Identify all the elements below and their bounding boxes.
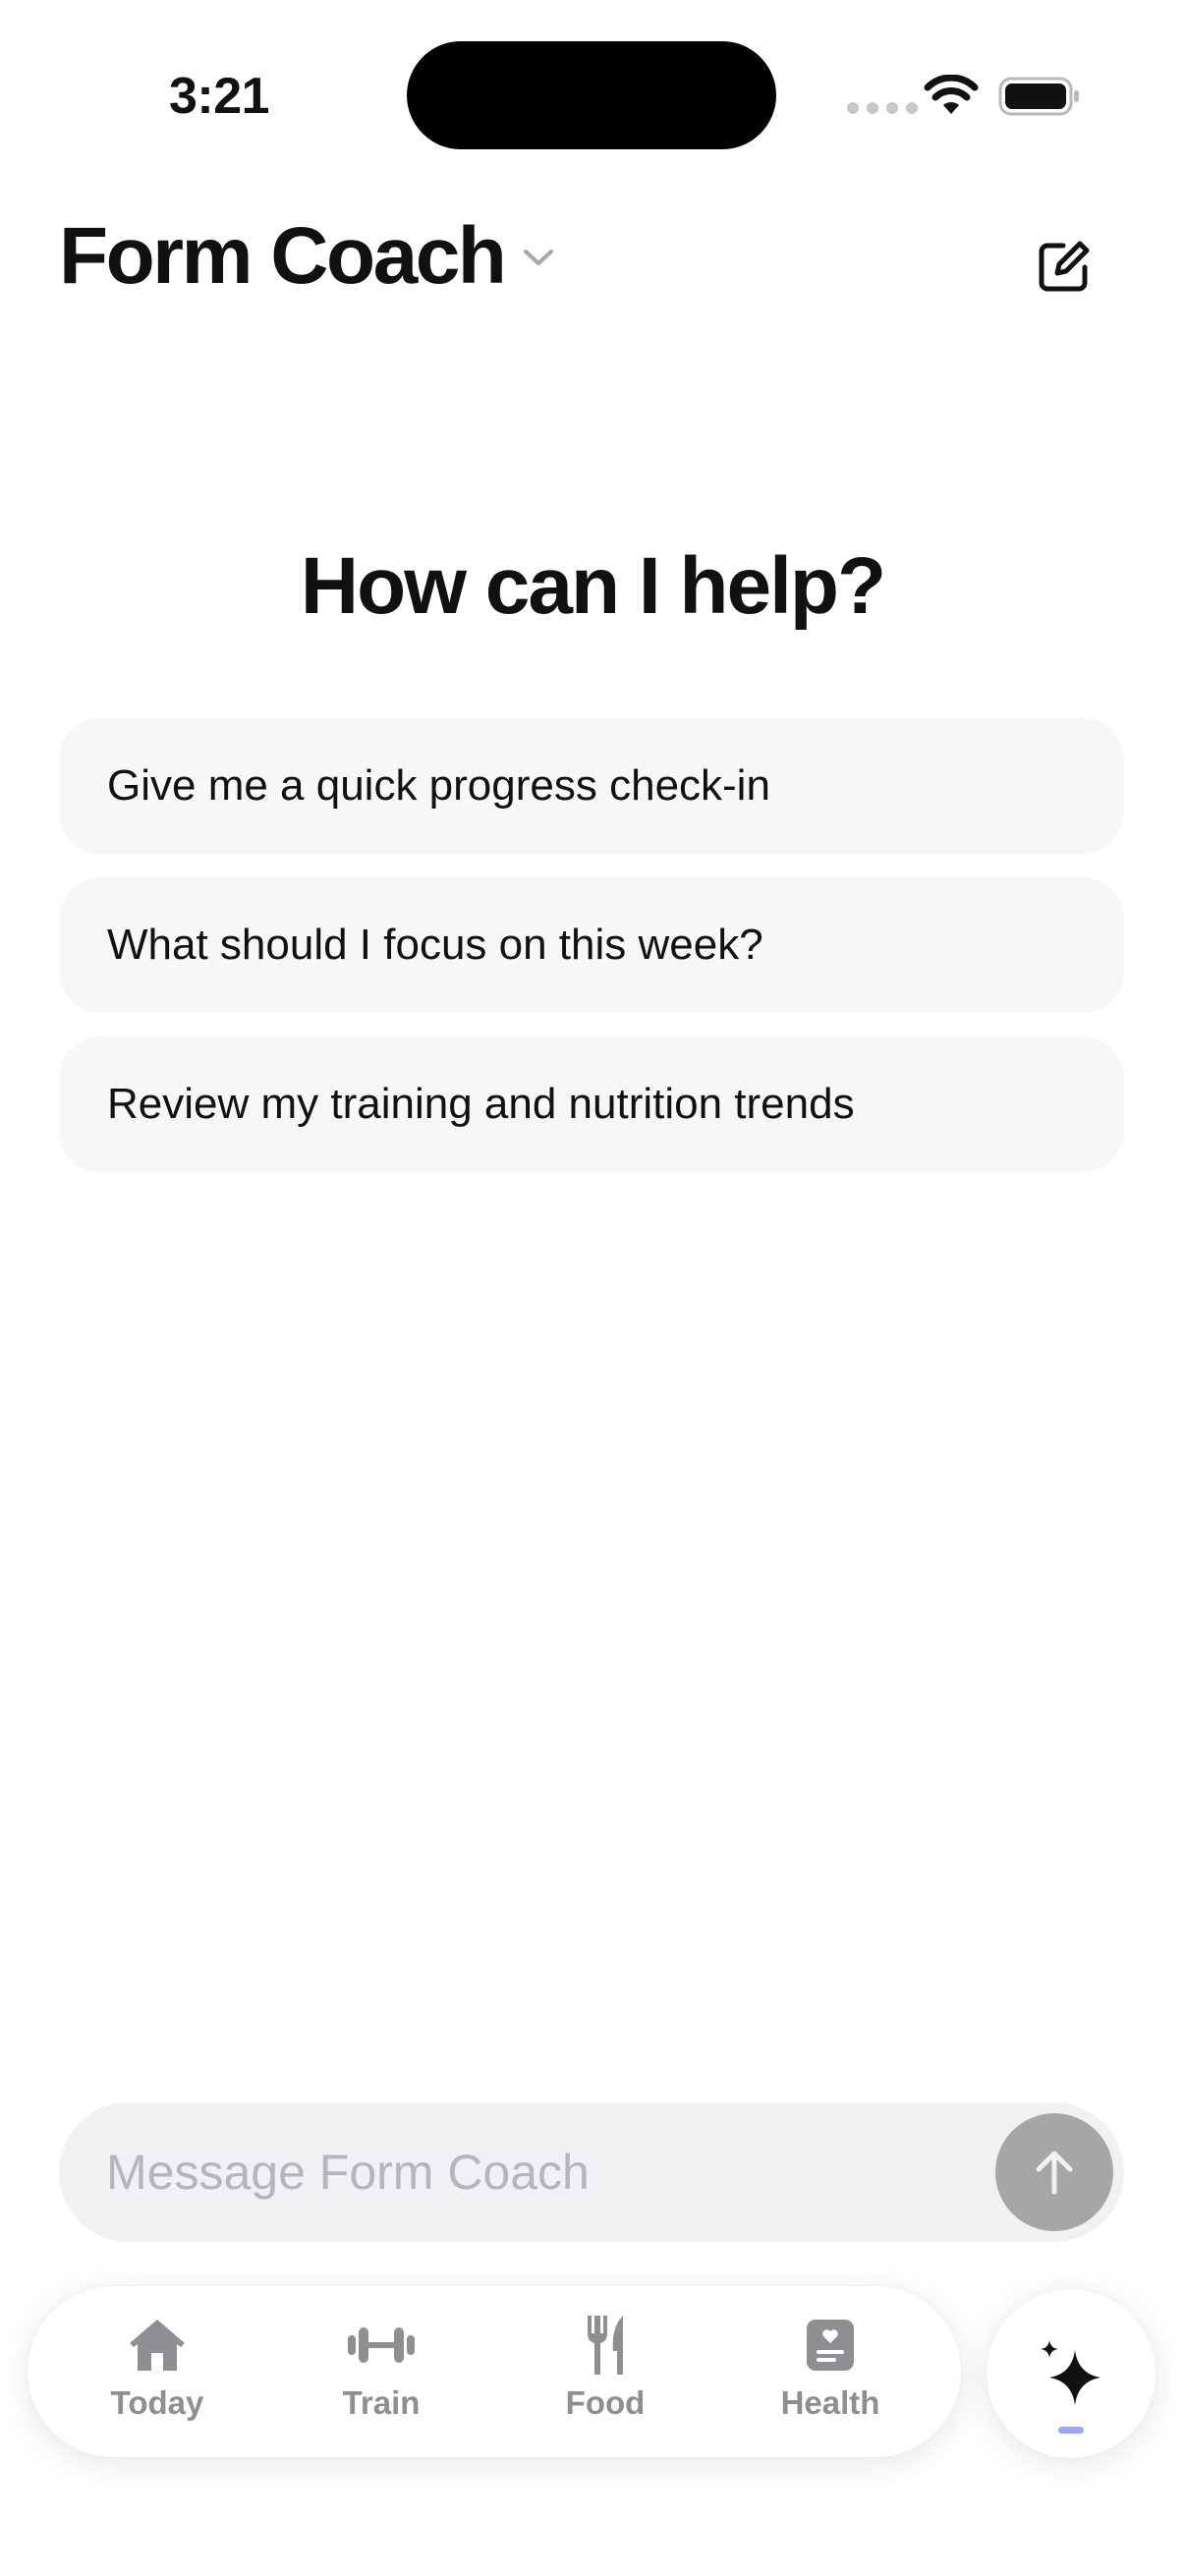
active-tab-indicator <box>1058 2427 1084 2434</box>
send-button[interactable] <box>995 2113 1113 2231</box>
tab-label: Today <box>110 2384 204 2421</box>
signal-dots-icon <box>847 102 918 114</box>
suggestion-chip[interactable]: What should I focus on this week? <box>59 877 1124 1013</box>
tab-coach[interactable] <box>987 2289 1156 2458</box>
tab-health[interactable]: Health <box>742 2286 919 2457</box>
arrow-up-icon <box>1036 2151 1073 2195</box>
suggestion-chip[interactable]: Give me a quick progress check-in <box>59 718 1124 854</box>
tab-today[interactable]: Today <box>69 2286 246 2457</box>
house-icon <box>130 2320 185 2371</box>
page-heading: How can I help? <box>300 541 886 631</box>
message-composer <box>59 2102 1124 2242</box>
tab-label: Health <box>780 2384 880 2421</box>
new-chat-button[interactable] <box>1022 226 1104 308</box>
tab-train[interactable]: Train <box>293 2286 470 2457</box>
message-input[interactable] <box>106 2102 971 2242</box>
fork-knife-icon <box>588 2316 623 2375</box>
dumbbell-icon <box>348 2327 415 2363</box>
suggestion-label: Give me a quick progress check-in <box>107 761 770 810</box>
suggestion-label: Review my training and nutrition trends <box>107 1080 855 1128</box>
tab-label: Food <box>565 2384 646 2421</box>
chevron-down-icon[interactable] <box>521 246 556 269</box>
app-title[interactable]: Form Coach <box>59 210 507 303</box>
battery-icon <box>998 77 1079 116</box>
suggestion-label: What should I focus on this week? <box>107 921 763 969</box>
suggestion-chip[interactable]: Review my training and nutrition trends <box>59 1036 1124 1172</box>
sparkle-icon <box>1041 2340 1100 2405</box>
wifi-icon <box>924 75 979 114</box>
tab-bar: Today Train Food Health <box>28 2286 961 2457</box>
tab-food[interactable]: Food <box>517 2286 694 2457</box>
compose-icon <box>1039 241 1090 292</box>
screen: 3:21 Form Coach How can I help? Give me … <box>0 0 1185 2576</box>
status-time: 3:21 <box>169 68 270 125</box>
dynamic-island <box>407 41 776 149</box>
health-record-icon <box>807 2320 854 2371</box>
tab-label: Train <box>342 2384 421 2421</box>
